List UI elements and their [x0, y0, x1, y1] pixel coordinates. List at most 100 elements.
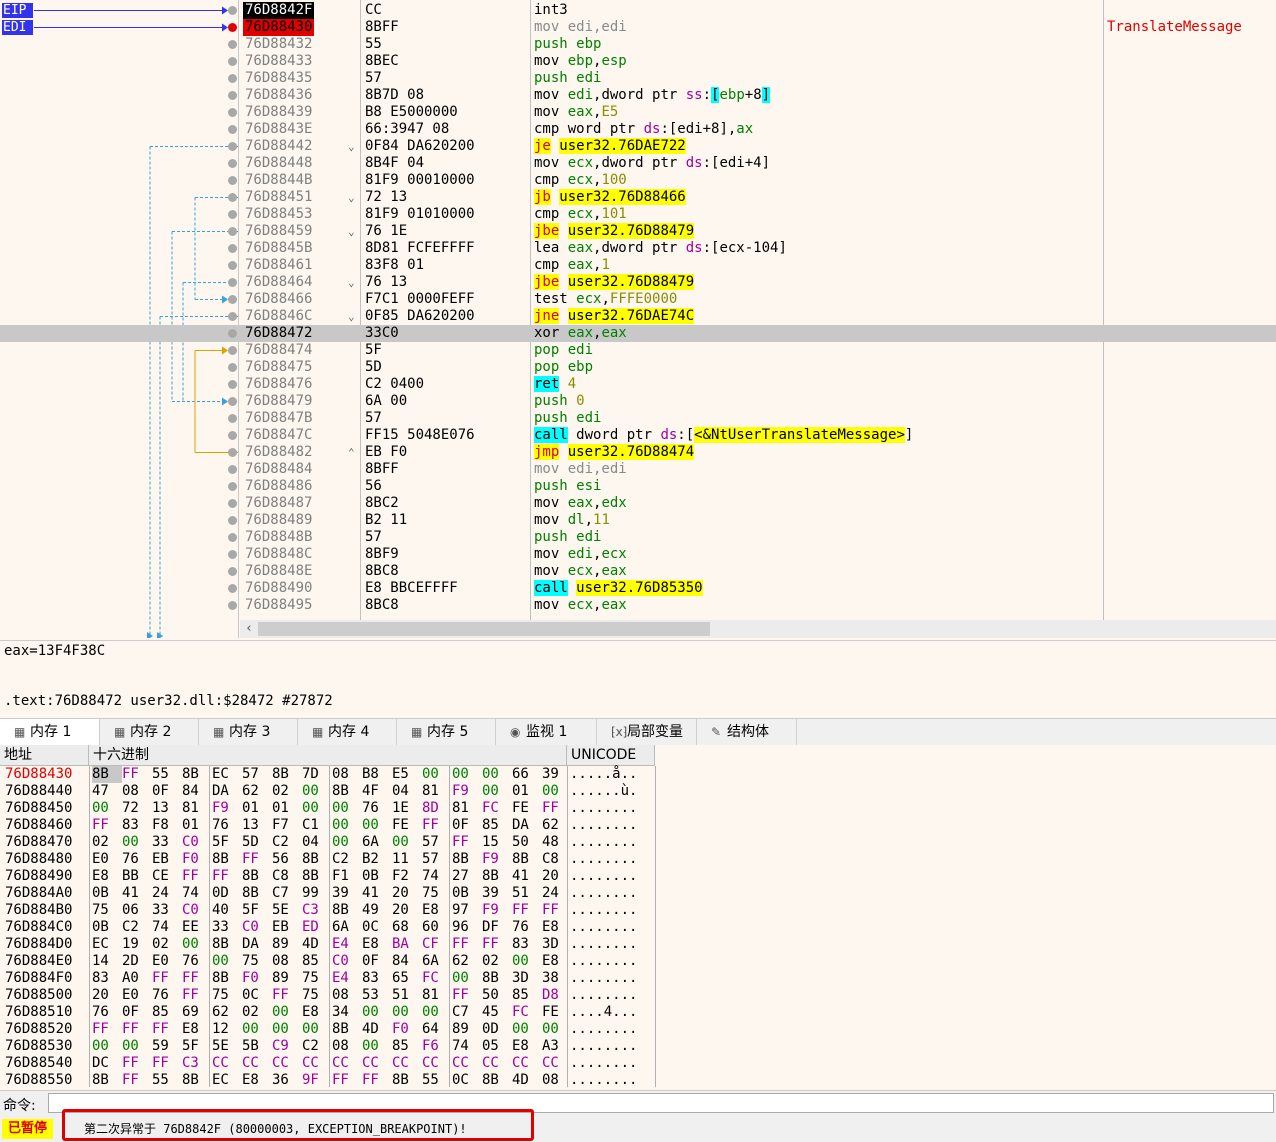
breakpoint-slot-icon[interactable] — [228, 244, 237, 253]
tab-1[interactable]: ▦ 内存 1 — [0, 719, 100, 745]
breakpoint-slot-icon[interactable] — [228, 482, 237, 491]
breakpoint-slot-icon[interactable] — [228, 567, 237, 576]
dump-row[interactable]: 76D88430 8B FF 55 8B EC 57 8B 7D 08 B8 E5 00 00 00 66 39… — [0, 766, 1276, 783]
tab-6[interactable]: ◉ 监视 1 — [496, 719, 597, 745]
disasm-row[interactable]: 76D8846C ⌄ 0F85 DA620200 jne user32.76DAE74… — [0, 308, 1276, 325]
breakpoint-slot-icon[interactable] — [228, 329, 237, 338]
breakpoint-slot-icon[interactable] — [228, 74, 237, 83]
dump-row[interactable]: 76D88550 8B FF 55 8B EC E8 36 9F FF FF 8B 55 0C 8B 4D 08… — [0, 1072, 1276, 1087]
breakpoint-slot-icon[interactable] — [228, 584, 237, 593]
disasm-row[interactable]: 76D8848C 8BF9 mov edi,ecx — [0, 546, 1276, 563]
dump-row[interactable]: 76D884D0 EC 19 02 00 8B DA 89 4D E4 E8 BA CF FF FF 83 3D… — [0, 936, 1276, 953]
dump-row[interactable]: 76D88470 02 00 33 C0 5F 5D C2 04 00 6A 00 57 FF 15 50 48… — [0, 834, 1276, 851]
breakpoint-icon[interactable] — [228, 23, 237, 32]
disasm-row[interactable]: 76D88453 81F9 01010000 cmp ecx,101 — [0, 206, 1276, 223]
disasm-row[interactable]: 76D8843E 66:3947 08 cmp word ptr ds:[edi+8… — [0, 121, 1276, 138]
disasm-row[interactable]: 76D8848B 57 push edi — [0, 529, 1276, 546]
breakpoint-slot-icon[interactable] — [228, 346, 237, 355]
tab-8[interactable]: ✎ 结构体 — [697, 719, 797, 745]
breakpoint-slot-icon[interactable] — [228, 278, 237, 287]
disasm-row[interactable]: 76D8845B 8D81 FCFEFFFF lea eax,dword ptr d… — [0, 240, 1276, 257]
dump-row[interactable]: 76D88480 E0 76 EB F0 8B FF 56 8B C2 B2 11 57 8B F9 8B C8… — [0, 851, 1276, 868]
breakpoint-slot-icon[interactable] — [228, 57, 237, 66]
breakpoint-slot-icon[interactable] — [228, 431, 237, 440]
disasm-row[interactable]: 76D8847C FF15 5048E076 call dword ptr ds:[… — [0, 427, 1276, 444]
breakpoint-slot-icon[interactable] — [228, 295, 237, 304]
disasm-row[interactable]: 76D8842F CC int3 — [0, 2, 1276, 19]
breakpoint-slot-icon[interactable] — [228, 210, 237, 219]
disasm-row[interactable]: 76D88430 8BFF mov edi,edi TranslateMessage — [0, 19, 1276, 36]
breakpoint-slot-icon[interactable] — [228, 414, 237, 423]
breakpoint-slot-icon[interactable] — [228, 363, 237, 372]
disasm-row[interactable]: 76D88487 8BC2 mov eax,edx — [0, 495, 1276, 512]
dump-header-hex[interactable]: 十六进制 — [89, 745, 567, 766]
disassembly-view[interactable]: 76D8842F CC int3 76D88430 8BFF mov edi,edi Tra… — [0, 0, 1276, 638]
disasm-row[interactable]: 76D8847B 57 push edi — [0, 410, 1276, 427]
tab-3[interactable]: ▦ 内存 3 — [199, 719, 298, 745]
disasm-row[interactable]: 76D88472 33C0 xor eax,eax — [0, 325, 1276, 342]
breakpoint-slot-icon[interactable] — [228, 40, 237, 49]
breakpoint-slot-icon[interactable] — [228, 397, 237, 406]
disasm-row[interactable]: 76D88433 8BEC mov ebp,esp — [0, 53, 1276, 70]
disasm-row[interactable]: 76D88495 8BC8 mov ecx,eax — [0, 597, 1276, 614]
breakpoint-slot-icon[interactable] — [228, 312, 237, 321]
dump-row[interactable]: 76D88460 FF 83 F8 01 76 13 F7 C1 00 00 FE FF 0F 85 DA 62… — [0, 817, 1276, 834]
dump-row[interactable]: 76D88450 00 72 13 81 F9 01 01 00 00 76 1E 8D 81 FC FE FF… — [0, 800, 1276, 817]
disasm-row[interactable]: 76D8848E 8BC8 mov ecx,eax — [0, 563, 1276, 580]
disasm-row[interactable]: 76D88432 55 push ebp — [0, 36, 1276, 53]
dump-row[interactable]: 76D88520 FF FF FF E8 12 00 00 00 8B 4D F0 64 89 0D 00 00… — [0, 1021, 1276, 1038]
breakpoint-slot-icon[interactable] — [228, 108, 237, 117]
breakpoint-slot-icon[interactable] — [228, 142, 237, 151]
disasm-row[interactable]: 76D88486 56 push esi — [0, 478, 1276, 495]
breakpoint-slot-icon[interactable] — [228, 227, 237, 236]
disasm-row[interactable]: 76D88484 8BFF mov edi,edi — [0, 461, 1276, 478]
disasm-row[interactable]: 76D88475 5D pop ebp — [0, 359, 1276, 376]
breakpoint-slot-icon[interactable] — [228, 380, 237, 389]
breakpoint-slot-icon[interactable] — [228, 448, 237, 457]
breakpoint-slot-icon[interactable] — [228, 499, 237, 508]
disasm-row[interactable]: 76D88442 ⌄ 0F84 DA620200 je user32.76DAE722 — [0, 138, 1276, 155]
breakpoint-slot-icon[interactable] — [228, 465, 237, 474]
scroll-left-icon[interactable]: ‹ — [242, 620, 256, 638]
disasm-row[interactable]: 76D88461 83F8 01 cmp eax,1 — [0, 257, 1276, 274]
disasm-row[interactable]: 76D88451 ⌄ 72 13 jb user32.76D88466 — [0, 189, 1276, 206]
scrollbar-thumb[interactable] — [258, 622, 710, 636]
disasm-row[interactable]: 76D88482 ⌃ EB F0 jmp user32.76D88474 — [0, 444, 1276, 461]
disasm-row[interactable]: 76D88464 ⌄ 76 13 jbe user32.76D88479 — [0, 274, 1276, 291]
breakpoint-slot-icon[interactable] — [228, 159, 237, 168]
dump-row[interactable]: 76D88540 DC FF FF C3 CC CC CC CC CC CC CC CC CC CC CC CC… — [0, 1055, 1276, 1072]
horizontal-scrollbar[interactable]: ‹ — [240, 620, 1276, 638]
dump-header-address[interactable]: 地址 — [0, 745, 89, 766]
dump-row[interactable]: 76D88530 00 00 59 5F 5E 5B C9 C2 08 00 85 F6 74 05 E8 A3… — [0, 1038, 1276, 1055]
disasm-row[interactable]: 76D88479 6A 00 push 0 — [0, 393, 1276, 410]
disasm-row[interactable]: 76D8844B 81F9 00010000 cmp ecx,100 — [0, 172, 1276, 189]
disasm-row[interactable]: 76D88489 B2 11 mov dl,11 — [0, 512, 1276, 529]
breakpoint-slot-icon[interactable] — [228, 193, 237, 202]
breakpoint-slot-icon[interactable] — [228, 533, 237, 542]
breakpoint-slot-icon[interactable] — [228, 261, 237, 270]
dump-row[interactable]: 76D88490 E8 BB CE FF FF 8B C8 8B F1 0B F2 74 27 8B 41 20… — [0, 868, 1276, 885]
dump-row[interactable]: 76D88500 20 E0 76 FF 75 0C FF 75 08 53 51 81 FF 50 85 D8… — [0, 987, 1276, 1004]
disasm-row[interactable]: 76D88436 8B7D 08 mov edi,dword ptr ss:[ebp… — [0, 87, 1276, 104]
breakpoint-slot-icon[interactable] — [228, 125, 237, 134]
disasm-row[interactable]: 76D88439 B8 E5000000 mov eax,E5 — [0, 104, 1276, 121]
disasm-row[interactable]: 76D88476 C2 0400 ret 4 — [0, 376, 1276, 393]
dump-row[interactable]: 76D884A0 0B 41 24 74 0D 8B C7 99 39 41 20 75 0B 39 51 24… — [0, 885, 1276, 902]
dump-row[interactable]: 76D884E0 14 2D E0 76 00 75 08 85 C0 0F 84 6A 62 02 00 E8… — [0, 953, 1276, 970]
tab-7[interactable]: ⁅x⁆局部变量 — [597, 719, 697, 745]
breakpoint-slot-icon[interactable] — [228, 601, 237, 610]
disasm-row[interactable]: 76D88448 8B4F 04 mov ecx,dword ptr ds:[edi… — [0, 155, 1276, 172]
dump-header-unicode[interactable]: UNICODE — [567, 745, 655, 766]
breakpoint-slot-icon[interactable] — [228, 176, 237, 185]
dump-row[interactable]: 76D88440 47 08 0F 84 DA 62 02 00 8B 4F 04 81 F9 00 01 00… — [0, 783, 1276, 800]
memory-dump[interactable]: 地址 十六进制 UNICODE 76D88430 8B FF 55 8B EC 57 8B 7D… — [0, 745, 1276, 1087]
breakpoint-slot-icon[interactable] — [228, 6, 237, 15]
dump-row[interactable]: 76D884B0 75 06 33 C0 40 5F 5E C3 8B 49 20 E8 97 F9 FF FF… — [0, 902, 1276, 919]
disasm-row[interactable]: 76D88474 5F pop edi — [0, 342, 1276, 359]
dump-row[interactable]: 76D884C0 0B C2 74 EE 33 C0 EB ED 6A 0C 68 60 96 DF 76 E8… — [0, 919, 1276, 936]
breakpoint-slot-icon[interactable] — [228, 91, 237, 100]
breakpoint-slot-icon[interactable] — [228, 516, 237, 525]
dump-row[interactable]: 76D88510 76 0F 85 69 62 02 00 E8 34 00 00 00 C7 45 FC FE… — [0, 1004, 1276, 1021]
breakpoint-slot-icon[interactable] — [228, 550, 237, 559]
disasm-row[interactable]: 76D88435 57 push edi — [0, 70, 1276, 87]
